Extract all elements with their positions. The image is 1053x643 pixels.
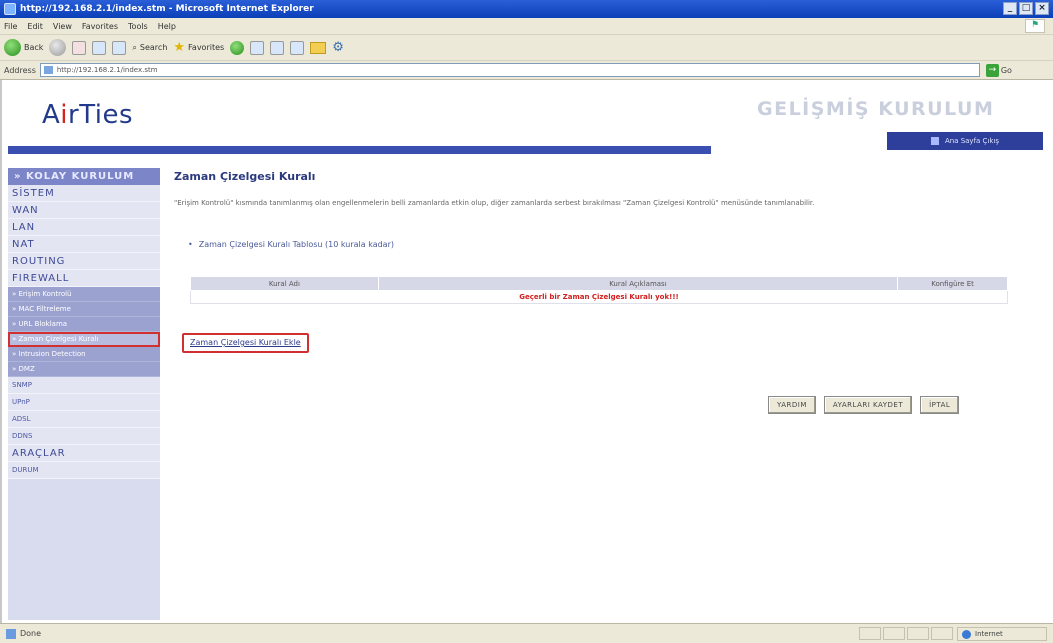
cancel-button[interactable]: İPTAL (920, 396, 960, 414)
logo-part-3: rTies (68, 100, 134, 130)
logo-part-2: i (60, 100, 69, 130)
sidebar-item-lan[interactable]: LAN (8, 219, 160, 236)
browser-toolbar: Back ⌕ Search ★ Favorites ⚙ (0, 35, 1053, 61)
stop-button[interactable] (72, 40, 87, 55)
status-panes (859, 627, 953, 640)
advanced-setup-title: GELİŞMİŞ KURULUM (757, 98, 995, 120)
sidebar-sub-schedule-rule[interactable]: » Zaman Çizelgesi Kuralı (8, 332, 160, 347)
close-button[interactable]: × (1035, 2, 1049, 15)
col-configure: Konfigüre Et (897, 276, 1008, 291)
home-button[interactable] (112, 40, 127, 55)
back-label: Back (24, 43, 44, 52)
sidebar-item-system[interactable]: SİSTEM (8, 185, 160, 202)
sidebar-item-quick-setup[interactable]: » KOLAY KURULUM (8, 168, 160, 185)
col-rule-description: Kural Açıklaması (377, 276, 899, 291)
sidebar-item-ddns[interactable]: DDNS (8, 428, 160, 445)
messenger-icon[interactable]: ⚙ (332, 40, 344, 55)
status-bar: Done Internet (0, 623, 1053, 643)
header-rule (8, 146, 711, 154)
page-title: Zaman Çizelgesi Kuralı (174, 170, 316, 183)
maximize-button[interactable]: □ (1019, 2, 1033, 15)
table-caption: Zaman Çizelgesi Kuralı Tablosu (10 kural… (188, 240, 394, 249)
menu-tools[interactable]: Tools (128, 22, 148, 31)
refresh-button[interactable] (92, 40, 107, 55)
sidebar-sub-dmz[interactable]: » DMZ (8, 362, 160, 377)
sidebar-item-upnp[interactable]: UPnP (8, 394, 160, 411)
sidebar-item-wan[interactable]: WAN (8, 202, 160, 219)
minimize-button[interactable]: _ (1003, 2, 1017, 15)
sidebar-nav: » KOLAY KURULUM SİSTEM WAN LAN NAT ROUTI… (8, 168, 160, 620)
zone-label: Internet (975, 630, 1003, 638)
sidebar-item-tools[interactable]: ARAÇLAR (8, 445, 160, 462)
sidebar-item-firewall[interactable]: FIREWALL (8, 270, 160, 287)
status-pane (859, 627, 881, 640)
sidebar-item-nat[interactable]: NAT (8, 236, 160, 253)
menu-favorites[interactable]: Favorites (82, 22, 118, 31)
address-input[interactable]: http://192.168.2.1/index.stm (39, 63, 980, 77)
page-status-icon (6, 628, 16, 639)
action-buttons: YARDIM AYARLARI KAYDET İPTAL (768, 396, 960, 414)
airties-logo: AirTies (42, 100, 133, 130)
folder-icon[interactable] (310, 41, 327, 54)
page-description: "Erişim Kontrolü" kısmında tanımlanmış o… (174, 199, 815, 207)
sidebar-item-adsl[interactable]: ADSL (8, 411, 160, 428)
home-logout-bar[interactable]: Ana Sayfa Çıkış (887, 132, 1043, 150)
sidebar-sub-intrusion-detection[interactable]: » Intrusion Detection (8, 347, 160, 362)
save-settings-button[interactable]: AYARLARI KAYDET (823, 396, 913, 414)
back-arrow-icon (4, 39, 21, 56)
security-zone: Internet (957, 627, 1047, 641)
print-button[interactable] (270, 40, 285, 55)
menu-file[interactable]: File (4, 22, 17, 31)
search-button[interactable]: ⌕ Search (132, 43, 167, 53)
logo-part-1: A (42, 100, 61, 130)
sidebar-item-status[interactable]: DURUM (8, 462, 160, 479)
window-controls: _ □ × (1003, 2, 1049, 15)
status-pane (883, 627, 905, 640)
address-label: Address (4, 65, 36, 75)
schedule-rule-table: Kural Adı Kural Açıklaması Konfigüre Et … (190, 276, 1008, 304)
status-pane (907, 627, 929, 640)
windows-flag-icon: ⚑ (1025, 19, 1045, 33)
search-label: Search (139, 43, 168, 52)
edit-button[interactable] (290, 40, 305, 55)
mail-button[interactable] (250, 40, 265, 55)
search-icon: ⌕ (132, 42, 137, 52)
favorites-button[interactable]: ★ Favorites (173, 40, 224, 55)
home-logout-text[interactable]: Ana Sayfa Çıkış (945, 137, 999, 145)
sidebar-item-routing[interactable]: ROUTING (8, 253, 160, 270)
favorites-star-icon: ★ (173, 40, 186, 55)
empty-table-message: Geçerli bir Zaman Çizelgesi Kuralı yok!!… (190, 290, 1008, 304)
router-page: AirTies GELİŞMİŞ KURULUM Ana Sayfa Çıkış… (0, 80, 1053, 623)
back-button[interactable]: Back (4, 39, 43, 56)
sidebar-sub-mac-filter[interactable]: » MAC Filtreleme (8, 302, 160, 317)
help-button[interactable]: YARDIM (768, 396, 816, 414)
forward-button[interactable] (49, 39, 67, 56)
favorites-label: Favorites (188, 43, 225, 52)
col-rule-name: Kural Adı (190, 276, 379, 291)
address-bar: Address http://192.168.2.1/index.stm → G… (0, 61, 1053, 80)
menu-bar: File Edit View Favorites Tools Help ⚑ (0, 18, 1053, 35)
add-schedule-rule-link[interactable]: Zaman Çizelgesi Kuralı Ekle (182, 333, 309, 353)
window-title: http://192.168.2.1/index.stm - Microsoft… (20, 4, 314, 14)
home-icon (930, 137, 939, 145)
table-row: Geçerli bir Zaman Çizelgesi Kuralı yok!!… (190, 290, 1008, 304)
go-arrow-icon: → (985, 63, 999, 77)
sidebar-item-snmp[interactable]: SNMP (8, 377, 160, 394)
go-button[interactable]: → Go (985, 63, 1012, 77)
menu-view[interactable]: View (53, 22, 72, 31)
menu-help[interactable]: Help (158, 22, 176, 31)
ie-logo-icon (4, 3, 16, 15)
status-text: Done (20, 629, 42, 638)
menu-edit[interactable]: Edit (27, 22, 43, 31)
status-pane (931, 627, 953, 640)
internet-globe-icon (962, 629, 971, 639)
sidebar-sub-access-control[interactable]: » Erişim Kontrolü (8, 287, 160, 302)
window-titlebar: http://192.168.2.1/index.stm - Microsoft… (0, 0, 1053, 18)
go-label: Go (1000, 65, 1012, 75)
sidebar-sub-url-block[interactable]: » URL Bloklama (8, 317, 160, 332)
history-button[interactable] (230, 40, 245, 55)
